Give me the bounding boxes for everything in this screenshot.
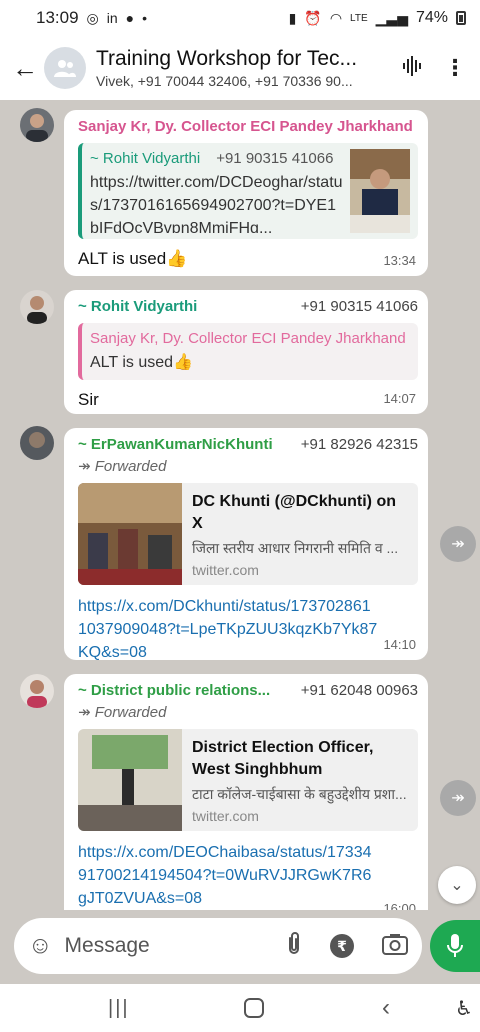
sender-avatar[interactable] (20, 426, 54, 460)
attachment-icon[interactable] (286, 931, 302, 961)
wifi-icon: ◠ (329, 9, 343, 26)
sender-avatar[interactable] (20, 290, 54, 324)
recent-apps-icon[interactable]: ||| (108, 997, 130, 1020)
message-link[interactable]: https://x.com/DEOChaibasa/status/1733491… (78, 841, 378, 910)
quote-text: ALT is used👍 (90, 354, 193, 371)
signal-icon: ▁▃▅ (375, 9, 408, 26)
payment-rupee-icon[interactable]: ₹ (330, 934, 354, 958)
message-input[interactable] (64, 934, 280, 958)
link-domain: twitter.com (192, 562, 259, 578)
instagram-icon: ◎ (86, 9, 99, 26)
voice-message-button[interactable] (430, 920, 480, 972)
nav-back-icon[interactable]: ‹ (382, 994, 390, 1022)
double-chevron-down-icon: ⌄ (450, 877, 464, 894)
forwarded-icon: ↠ (78, 704, 91, 721)
sender-phone: +91 62048 00963 (300, 682, 418, 699)
sender-phone: +91 90315 41066 (300, 298, 418, 315)
quote-sender-phone: +91 90315 41066 (216, 150, 334, 167)
link-thumbnail (78, 483, 182, 585)
link-domain: twitter.com (192, 808, 259, 824)
chat-participants: Vivek, +91 70044 32406, +91 70336 90... (96, 73, 353, 89)
back-arrow-icon[interactable]: ← (10, 53, 40, 84)
link-preview[interactable]: DC Khunti (@DCkhunti) on X जिला स्तरीय आ… (78, 483, 418, 585)
chat-header: ← Training Workshop for Tec... Vivek, +9… (0, 36, 480, 100)
voice-chat-icon[interactable] (400, 55, 424, 82)
forwarded-label: ↠ Forwarded (78, 704, 167, 721)
message-time: 14:07 (383, 391, 416, 406)
linkedin-icon: in (106, 10, 118, 26)
group-people-icon (54, 60, 76, 77)
link-title: District Election Officer, West Singhbhu… (192, 739, 374, 778)
sender-avatar[interactable] (20, 108, 54, 142)
system-navigation-bar: ||| ‹ ♿ (0, 984, 480, 1032)
link-title: DC Khunti (@DCkhunti) on X (192, 493, 396, 532)
camera-icon[interactable] (382, 933, 408, 960)
quote-sender-name: ~ Rohit Vidyarthi (90, 150, 201, 167)
message-bubble[interactable]: ~ ErPawanKumarNicKhunti +91 82926 42315 … (64, 428, 428, 661)
quote-text: https://twitter.com/DCDeoghar/status/173… (90, 174, 343, 233)
data-saver-icon: ▮ (288, 9, 297, 26)
clock: 13:09 (36, 8, 79, 27)
quoted-message[interactable]: ~ Rohit Vidyarthi +91 90315 41066 https:… (78, 143, 418, 239)
link-description: जिला स्तरीय आधार निगरानी समिति व ... (192, 540, 399, 556)
sender-avatar[interactable] (20, 674, 54, 708)
chat-title: Training Workshop for Tec... (96, 47, 358, 70)
alarm-icon: ⏰ (304, 9, 322, 26)
forward-button[interactable]: ↠ (440, 780, 476, 816)
quoted-message[interactable]: Sanjay Kr, Dy. Collector ECI Pandey Jhar… (78, 323, 418, 380)
message-time: 14:10 (383, 637, 416, 652)
message-text: Sir (78, 390, 99, 409)
message-composer: ☺ ₹ (14, 918, 422, 974)
link-thumbnail (78, 729, 182, 831)
emoji-icon[interactable]: ☺ (28, 932, 53, 960)
message-time: 13:34 (383, 253, 416, 268)
group-avatar[interactable] (44, 47, 86, 89)
link-preview[interactable]: District Election Officer, West Singhbhu… (78, 729, 418, 831)
message-bubble[interactable]: Sanjay Kr, Dy. Collector ECI Pandey Jhar… (64, 110, 428, 276)
chat-messages[interactable]: Sanjay Kr, Dy. Collector ECI Pandey Jhar… (0, 100, 480, 910)
status-bar: 13:09 ◎ in ● • ▮ ⏰ ◠ LTE ▁▃▅ 74% (0, 0, 480, 36)
sender-name[interactable]: ~ Rohit Vidyarthi (78, 298, 197, 315)
sender-name[interactable]: ~ ErPawanKumarNicKhunti (78, 436, 273, 453)
dot-icon: • (142, 10, 148, 26)
link-description: टाटा कॉलेज-चाईबासा के बहुउद्देशीय प्रशा.… (192, 786, 407, 802)
message-bubble[interactable]: ~ District public relations... +91 62048… (64, 674, 428, 910)
message-link[interactable]: https://x.com/DCkhunti/status/1737028611… (78, 595, 378, 664)
forward-button[interactable]: ↠ (440, 526, 476, 562)
scroll-to-bottom-button[interactable]: ⌄ (438, 866, 476, 904)
message-text: ALT is used👍 (78, 249, 188, 268)
forwarded-label: ↠ Forwarded (78, 458, 167, 475)
chat-notification-icon: ● (125, 10, 135, 26)
microphone-icon (447, 934, 463, 957)
more-options-icon[interactable]: ⋮ (444, 55, 466, 81)
sender-name[interactable]: Sanjay Kr, Dy. Collector ECI Pandey Jhar… (78, 118, 413, 135)
quote-thumbnail (350, 149, 410, 233)
message-bubble[interactable]: ~ Rohit Vidyarthi +91 90315 41066 Sanjay… (64, 290, 428, 414)
quote-sender-name: Sanjay Kr, Dy. Collector ECI Pandey Jhar… (90, 330, 406, 347)
network-type: LTE (350, 12, 368, 24)
forwarded-icon: ↠ (78, 458, 91, 475)
sender-name[interactable]: ~ District public relations... (78, 682, 270, 699)
home-icon[interactable] (244, 998, 264, 1018)
message-time: 16:00 (383, 901, 416, 910)
battery-icon (456, 11, 466, 25)
battery-percent: 74% (415, 9, 448, 26)
accessibility-icon[interactable]: ♿ (455, 996, 473, 1021)
chat-info[interactable]: Training Workshop for Tec... Vivek, +91 … (96, 47, 386, 89)
sender-phone: +91 82926 42315 (300, 436, 418, 453)
